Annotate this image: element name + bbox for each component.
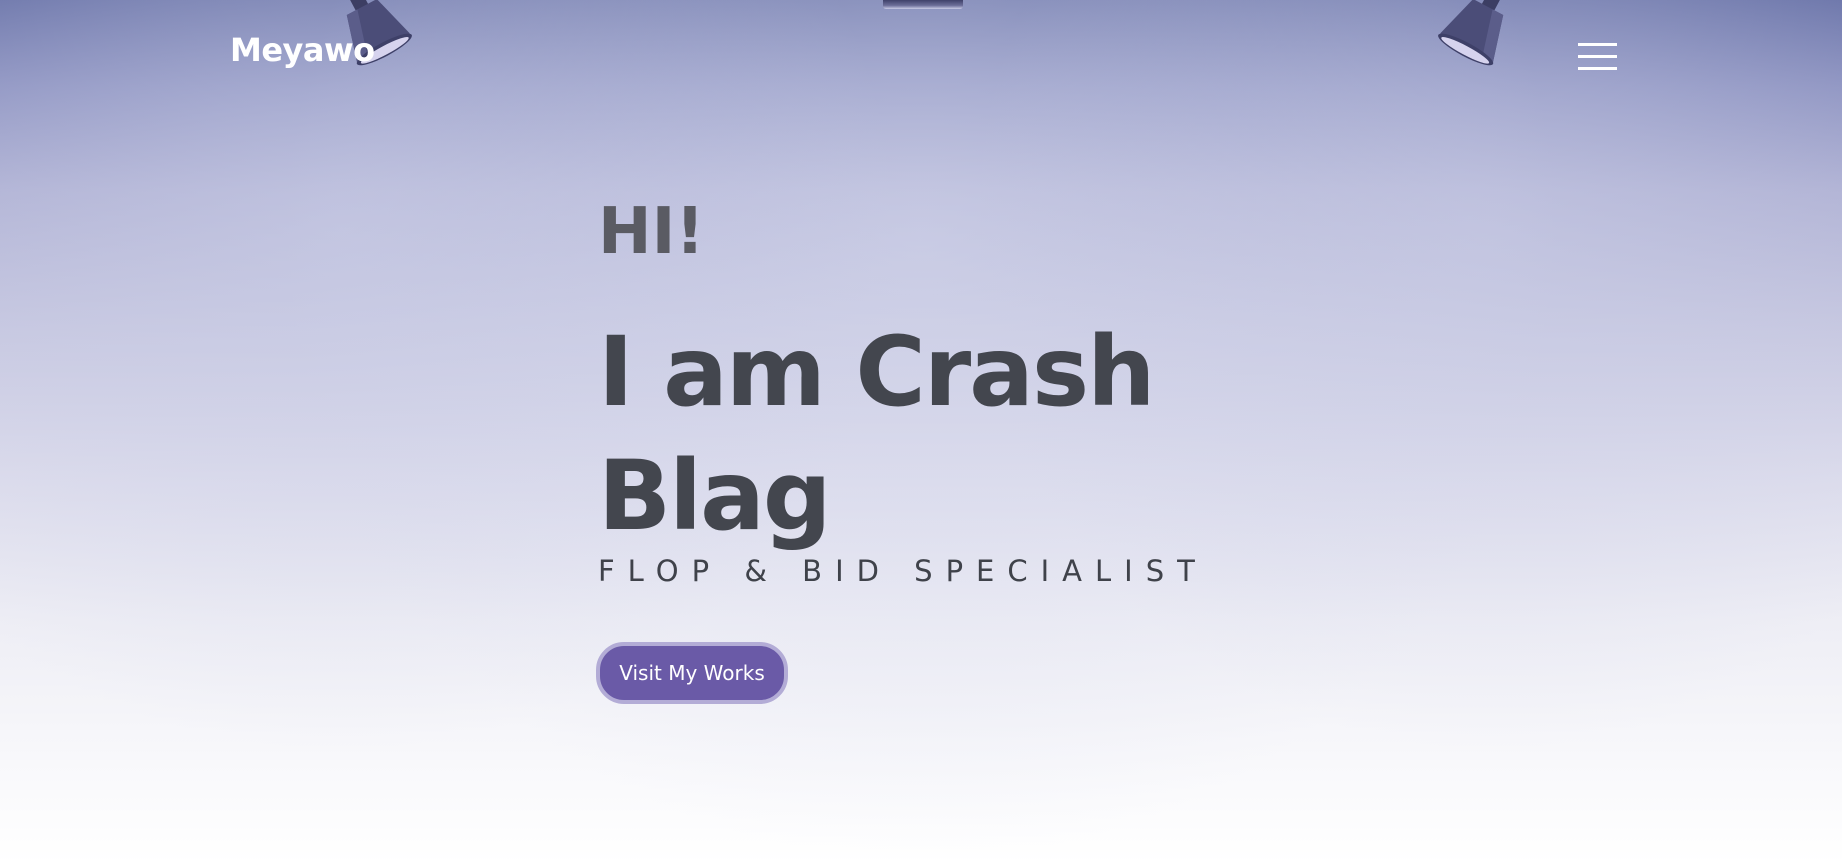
ceiling-lamp-icon [883,0,963,9]
menu-bar-middle [1578,55,1617,58]
menu-bar-top [1578,43,1617,46]
hero-stage: Meyawo HI! I am Crash Blag FLOP & BID SP… [0,0,1842,864]
hero-headline: I am Crash Blag [598,316,1155,552]
hero-greeting: HI! [598,195,705,269]
spotlight-icon [1438,0,1504,66]
menu-bar-bottom [1578,67,1617,70]
visit-my-works-button[interactable]: Visit My Works [596,642,788,704]
hero-tagline: FLOP & BID SPECIALIST [598,554,1208,588]
hamburger-menu-icon[interactable] [1578,43,1618,73]
brand-logo[interactable]: Meyawo [230,34,375,66]
